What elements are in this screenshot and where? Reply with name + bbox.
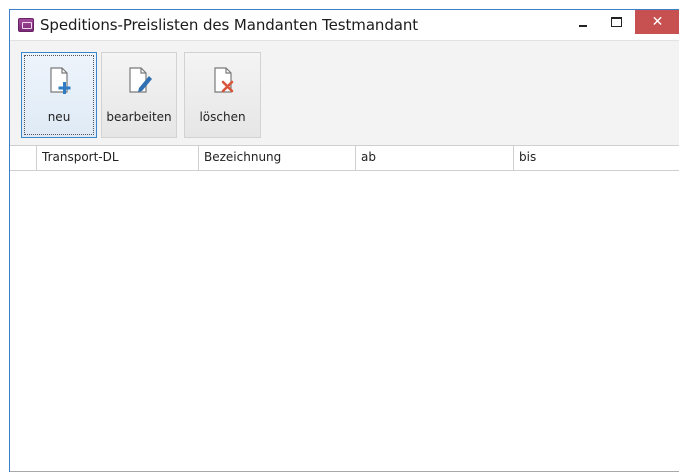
grid-header: Transport-DL Bezeichnung ab bis bbox=[10, 146, 679, 171]
preislisten-window: Speditions-Preislisten des Mandanten Tes… bbox=[9, 9, 679, 472]
column-header-transport-dl[interactable]: Transport-DL bbox=[37, 146, 199, 170]
new-button-label: neu bbox=[47, 110, 71, 124]
close-icon: ✕ bbox=[651, 14, 664, 30]
truck-window-icon bbox=[18, 18, 34, 32]
window-title: Speditions-Preislisten des Mandanten Tes… bbox=[40, 16, 419, 34]
maximize-button[interactable] bbox=[600, 10, 632, 34]
minimize-icon bbox=[579, 25, 587, 27]
grid-body[interactable] bbox=[10, 171, 679, 471]
edit-button[interactable]: bearbeiten bbox=[101, 52, 177, 138]
close-button[interactable]: ✕ bbox=[635, 10, 679, 34]
new-button[interactable]: neu bbox=[21, 52, 97, 138]
document-delete-icon bbox=[213, 67, 233, 93]
title-bar[interactable]: Speditions-Preislisten des Mandanten Tes… bbox=[10, 10, 679, 40]
minimize-button[interactable] bbox=[567, 10, 599, 34]
delete-button-label: löschen bbox=[199, 110, 246, 124]
row-selector-header[interactable] bbox=[10, 146, 37, 170]
maximize-icon bbox=[610, 17, 622, 27]
delete-button[interactable]: löschen bbox=[184, 52, 261, 138]
column-header-bezeichnung[interactable]: Bezeichnung bbox=[199, 146, 356, 170]
price-list-grid[interactable]: Transport-DL Bezeichnung ab bis bbox=[10, 145, 679, 472]
column-header-bis[interactable]: bis bbox=[514, 146, 679, 170]
toolbar: neu bearbeiten löschen bbox=[10, 40, 679, 145]
document-edit-icon bbox=[129, 67, 152, 93]
edit-button-label: bearbeiten bbox=[106, 110, 172, 124]
column-header-ab[interactable]: ab bbox=[356, 146, 514, 170]
